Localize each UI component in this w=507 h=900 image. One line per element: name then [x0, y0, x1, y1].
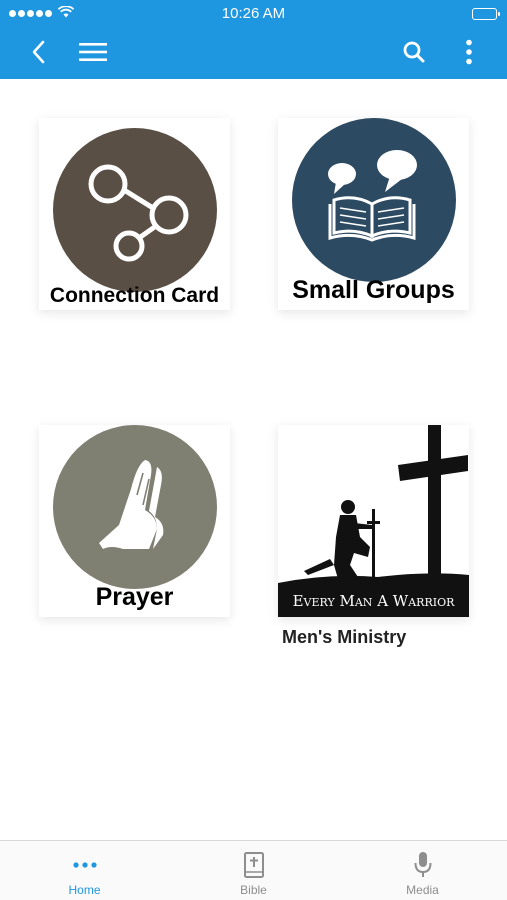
praying-hands-icon	[99, 460, 164, 549]
tile-mens-ministry[interactable]: Every Man A Warrior	[278, 425, 469, 617]
banner-text: Every Man A Warrior	[292, 592, 455, 610]
tab-media[interactable]: Media	[338, 841, 507, 900]
tile-prayer[interactable]: Prayer	[39, 425, 230, 617]
tile-circle	[292, 118, 456, 282]
bible-icon	[243, 852, 264, 878]
nav-bar	[0, 28, 507, 79]
tab-bar: Home Bible Media	[0, 840, 507, 900]
app-header: 10:26 AM	[0, 0, 507, 79]
menu-button[interactable]	[76, 38, 110, 66]
tile-small-groups[interactable]: Small Groups	[278, 118, 469, 310]
dots-icon	[72, 862, 97, 868]
tile-caption: Prayer	[95, 583, 174, 611]
tab-home[interactable]: Home	[0, 841, 169, 900]
battery-icon	[472, 8, 500, 20]
hamburger-icon	[79, 43, 107, 61]
share-nodes-icon	[88, 164, 189, 262]
microphone-icon	[414, 852, 431, 877]
status-time: 10:26 AM	[221, 5, 286, 22]
status-bar: 10:26 AM	[0, 0, 507, 28]
tile-caption: Small Groups	[292, 276, 455, 304]
more-vertical-icon	[466, 39, 472, 65]
more-options-button[interactable]	[455, 38, 483, 66]
tile-circle	[53, 128, 217, 292]
search-button[interactable]	[400, 38, 428, 66]
tab-label: Bible	[240, 883, 267, 897]
banner: Every Man A Warrior	[278, 587, 469, 615]
tile-connection-card[interactable]: Connection Card	[39, 118, 230, 310]
tab-label: Home	[68, 883, 101, 897]
tile-caption: Connection Card	[49, 284, 220, 307]
back-button[interactable]	[24, 38, 52, 66]
bible-chat-icon	[328, 150, 417, 242]
chevron-left-icon	[32, 40, 45, 64]
search-icon	[403, 41, 425, 63]
tab-label: Media	[406, 883, 439, 897]
tile-circle	[53, 425, 217, 589]
tab-bible[interactable]: Bible	[169, 841, 338, 900]
tile-label-mens-ministry[interactable]: Men's Ministry	[282, 627, 406, 648]
